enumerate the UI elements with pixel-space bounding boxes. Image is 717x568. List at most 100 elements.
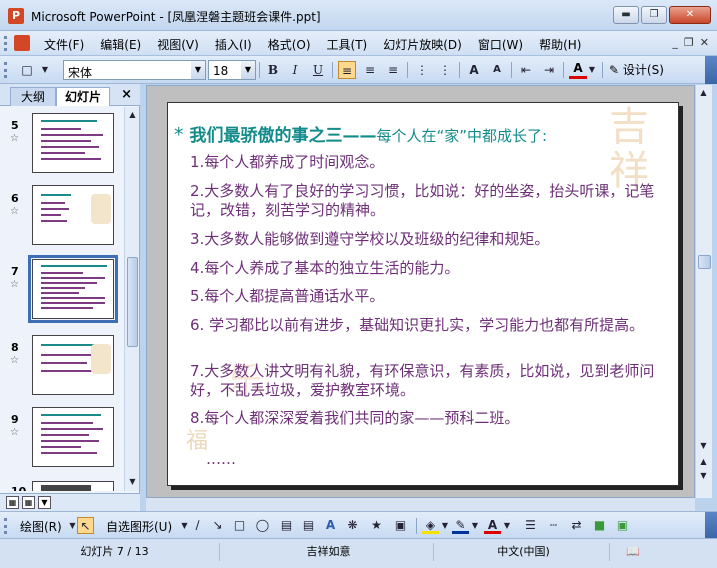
menu-format[interactable]: 格式(O) (268, 36, 311, 53)
bullet-list-icon[interactable]: ⋮ (436, 61, 454, 79)
insert-picture-icon[interactable]: ▣ (392, 517, 409, 534)
clip-art-icon[interactable]: ★ (368, 517, 385, 534)
slide-thumbnail-5[interactable] (32, 113, 114, 173)
line-tool-icon[interactable]: ∕ (189, 517, 206, 534)
thumbnails-scrollbar[interactable]: ▲ ▼ (124, 107, 139, 491)
dash-style-icon[interactable]: ┄ (545, 517, 562, 534)
chevron-down-icon[interactable]: ▼ (502, 517, 512, 534)
design-button[interactable]: ✎ 设计(S) (609, 61, 664, 79)
font-name-select[interactable]: 宋体 ▼ (63, 60, 206, 80)
toolbar-options-icon[interactable]: ▼ (36, 61, 54, 79)
diagram-icon[interactable]: ❋ (344, 517, 361, 534)
chevron-down-icon[interactable]: ▼ (587, 61, 597, 79)
toolbar-divider (563, 62, 564, 78)
doc-restore-button[interactable]: ❐ (684, 36, 694, 49)
toolbar-overflow-icon[interactable] (705, 56, 717, 84)
toolbar-overflow-icon[interactable] (705, 512, 717, 539)
menu-slideshow[interactable]: 幻灯片放映(D) (383, 36, 462, 53)
bold-button[interactable]: B (264, 61, 282, 79)
chevron-down-icon[interactable]: ▼ (241, 61, 255, 79)
scroll-down-icon[interactable]: ▼ (126, 475, 139, 489)
maximize-button[interactable]: ❐ (641, 6, 667, 24)
doc-minimize-button[interactable]: _ (672, 36, 678, 49)
shadow-style-icon[interactable]: ■ (591, 517, 608, 534)
scroll-up-icon[interactable]: ▲ (697, 86, 710, 100)
slide-title[interactable]: * 我们最骄傲的事之三——每个人在“家”中都成长了: (174, 121, 678, 146)
menu-insert[interactable]: 插入(I) (215, 36, 252, 53)
align-right-icon[interactable]: ≡ (384, 61, 402, 79)
slide-thumbnail-6[interactable] (32, 185, 114, 245)
3d-style-icon[interactable]: ▣ (614, 517, 631, 534)
toolbar-divider (407, 62, 408, 78)
fill-color-icon[interactable]: ◈ (422, 517, 439, 534)
italic-button[interactable]: I (286, 61, 304, 79)
underline-button[interactable]: U (309, 61, 327, 79)
slide-thumbnail-10[interactable] (32, 481, 114, 491)
previous-slide-icon[interactable]: ▲ (697, 455, 710, 469)
draw-font-color-icon[interactable]: A (484, 517, 501, 534)
menu-bar: 文件(F) 编辑(E) 视图(V) 插入(I) 格式(O) 工具(T) 幻灯片放… (0, 31, 717, 56)
doc-close-button[interactable]: ✕ (700, 36, 709, 49)
powerpoint-app-icon[interactable]: P (8, 8, 24, 24)
menu-tools[interactable]: 工具(T) (327, 36, 368, 53)
increase-indent-icon[interactable]: ⇥ (540, 61, 558, 79)
chevron-down-icon[interactable]: ▼ (440, 517, 450, 534)
align-center-icon[interactable]: ≡ (361, 61, 379, 79)
toolbar-grip-icon[interactable] (4, 518, 7, 534)
slide-sorter-icon[interactable]: ▦ (22, 496, 35, 509)
new-document-icon[interactable]: □ (18, 61, 36, 79)
select-pointer-icon[interactable]: ↖ (77, 517, 94, 534)
minimize-button[interactable]: ▬ (613, 6, 639, 24)
document-icon[interactable] (14, 35, 30, 51)
scroll-down-icon[interactable]: ▼ (697, 439, 710, 453)
menu-help[interactable]: 帮助(H) (539, 36, 581, 53)
tab-slides[interactable]: 幻灯片 (56, 87, 110, 106)
close-button[interactable]: ✕ (669, 6, 711, 24)
transition-star-icon: ☆ (10, 355, 19, 366)
align-left-icon[interactable]: ≡ (338, 61, 356, 79)
scroll-up-icon[interactable]: ▲ (126, 108, 139, 122)
scrollbar-thumb[interactable] (127, 257, 138, 347)
slide-vertical-scrollbar[interactable]: ▲ ▼ ▲ ▼ (695, 85, 712, 498)
chevron-down-icon[interactable]: ▼ (470, 517, 480, 534)
next-slide-icon[interactable]: ▼ (697, 469, 710, 483)
wordart-icon[interactable]: A (322, 517, 339, 534)
slideshow-icon[interactable]: ▼ (38, 496, 51, 509)
chevron-down-icon[interactable]: ▼ (191, 61, 205, 79)
slide-canvas[interactable]: 吉祥 乐 福 * 我们最骄傲的事之三——每个人在“家”中都成长了: 1.每个人都养… (167, 102, 679, 486)
slide-thumbnail-8[interactable] (32, 335, 114, 395)
line-color-icon[interactable]: ✎ (452, 517, 469, 534)
slide-number: 5 (11, 119, 19, 132)
decrease-indent-icon[interactable]: ⇤ (517, 61, 535, 79)
font-color-button[interactable]: A (569, 61, 587, 79)
rectangle-tool-icon[interactable]: □ (231, 517, 248, 534)
slide-thumbnail-9[interactable] (32, 407, 114, 467)
grow-font-button[interactable]: A (465, 61, 483, 79)
vertical-text-box-icon[interactable]: ▤ (300, 517, 317, 534)
numbered-list-icon[interactable]: ⋮ (413, 61, 431, 79)
shrink-font-button[interactable]: A (488, 61, 506, 79)
status-bar: 幻灯片 7 / 13 吉祥如意 中文(中国) 📖 (0, 538, 717, 568)
font-name-value: 宋体 (68, 66, 93, 80)
menu-window[interactable]: 窗口(W) (478, 36, 523, 53)
autoshapes-button[interactable]: 自选图形(U) (106, 518, 172, 535)
normal-view-icon[interactable]: ▦ (6, 496, 19, 509)
arrow-style-icon[interactable]: ⇄ (568, 517, 585, 534)
spelling-check-icon[interactable]: 📖 (618, 543, 648, 561)
menu-edit[interactable]: 编辑(E) (100, 36, 141, 53)
menu-view[interactable]: 视图(V) (157, 36, 199, 53)
toolbar-grip-icon[interactable] (4, 62, 7, 78)
menu-grip-icon[interactable] (4, 36, 7, 51)
tab-outline[interactable]: 大纲 (10, 87, 56, 106)
draw-menu-button[interactable]: 绘图(R) (20, 518, 62, 535)
arrow-tool-icon[interactable]: ↘ (209, 517, 226, 534)
slide-title-sub: 每个人在“家”中都成长了: (376, 127, 548, 145)
line-style-icon[interactable]: ☰ (522, 517, 539, 534)
slide-thumbnail-7[interactable] (28, 255, 118, 323)
font-size-select[interactable]: 18 ▼ (208, 60, 256, 80)
text-box-icon[interactable]: ▤ (278, 517, 295, 534)
menu-file[interactable]: 文件(F) (44, 36, 84, 53)
oval-tool-icon[interactable]: ◯ (254, 517, 271, 534)
close-icon[interactable]: × (121, 87, 132, 102)
scrollbar-thumb[interactable] (698, 255, 711, 269)
